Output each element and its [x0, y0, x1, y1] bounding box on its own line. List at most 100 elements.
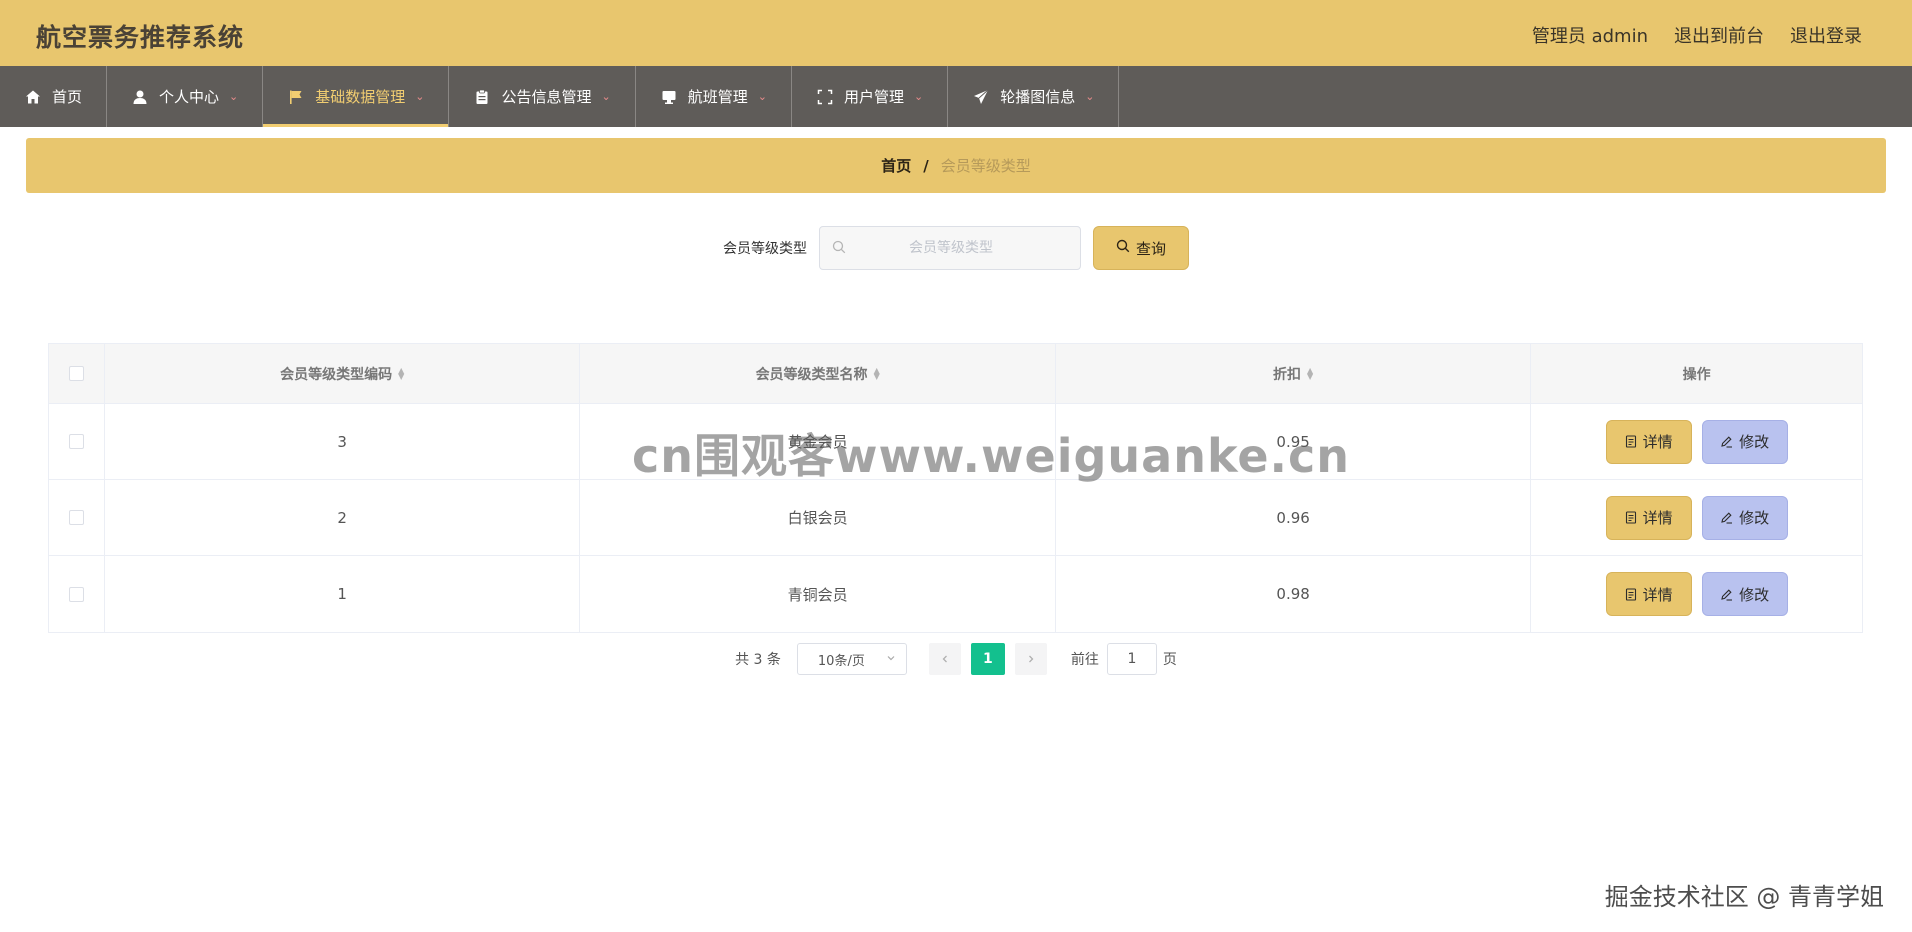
chevron-left-icon: [942, 655, 947, 663]
cell-ops: 详情 修改: [1531, 480, 1862, 555]
chevron-down-icon: ⌄: [229, 90, 239, 103]
row-checkbox-cell: [49, 556, 105, 632]
page-size-value: 10条/页: [817, 653, 865, 669]
chevron-down-icon: ⌄: [601, 90, 611, 103]
cell-discount: 0.98: [1056, 556, 1532, 632]
detail-button-label: 详情: [1642, 585, 1673, 604]
nav-label: 公告信息管理: [501, 88, 592, 106]
breadcrumb-current: 会员等级类型: [940, 157, 1031, 175]
chevron-down-icon: [886, 652, 896, 667]
edit-button[interactable]: 修改: [1701, 419, 1788, 464]
member-level-table: 会员等级类型编码 ▲ ▼ 会员等级类型名称 ▲ ▼ 折扣 ▲ ▼ 操作 3 黄金会员 …: [48, 343, 1863, 633]
goto-suffix: 页: [1162, 652, 1177, 668]
search-input[interactable]: [846, 240, 1056, 256]
top-header: 航空票务推荐系统 管理员 admin 退出到前台 退出登录: [0, 0, 1912, 66]
nav-item-home[interactable]: 首页: [0, 66, 108, 127]
next-page-button[interactable]: [1014, 643, 1047, 675]
nav-item-basic-data[interactable]: 基础数据管理 ⌄: [263, 66, 450, 127]
nav-item-user[interactable]: 用户管理 ⌄: [792, 66, 949, 127]
nav-label: 轮播图信息: [1000, 88, 1076, 106]
query-button-label: 查询: [1135, 239, 1166, 258]
cell-name: 白银会员: [580, 480, 1056, 555]
detail-button[interactable]: 详情: [1605, 419, 1692, 464]
header-code[interactable]: 会员等级类型编码 ▲ ▼: [105, 344, 581, 403]
flag-icon: [287, 88, 305, 106]
table-row: 2 白银会员 0.96 详情 修改: [49, 480, 1862, 556]
select-all-checkbox[interactable]: [68, 366, 84, 381]
table-header-row: 会员等级类型编码 ▲ ▼ 会员等级类型名称 ▲ ▼ 折扣 ▲ ▼ 操作: [49, 344, 1862, 404]
table-row: 3 黄金会员 0.95 详情 修改: [49, 404, 1862, 480]
goto-page-input[interactable]: [1106, 643, 1157, 675]
logout-link[interactable]: 退出登录: [1790, 22, 1862, 48]
header-ops: 操作: [1531, 344, 1862, 403]
cell-discount: 0.95: [1056, 404, 1532, 479]
sort-icon[interactable]: ▲ ▼: [398, 366, 404, 380]
row-checkbox[interactable]: [68, 434, 84, 449]
header-discount[interactable]: 折扣 ▲ ▼: [1056, 344, 1532, 403]
monitor-icon: [660, 88, 678, 106]
clipboard-icon: [473, 88, 491, 106]
send-icon: [972, 88, 990, 106]
cell-name: 黄金会员: [580, 404, 1056, 479]
nav-item-notice[interactable]: 公告信息管理 ⌄: [449, 66, 636, 127]
nav-item-carousel[interactable]: 轮播图信息 ⌄: [948, 66, 1120, 127]
nav-label: 基础数据管理: [315, 88, 406, 106]
prev-page-button[interactable]: [928, 643, 961, 675]
pagination-total: 共 3 条: [735, 652, 781, 668]
row-checkbox[interactable]: [68, 510, 84, 525]
header-checkbox-cell: [49, 344, 105, 403]
search-box[interactable]: [819, 226, 1081, 270]
exit-to-front-link[interactable]: 退出到前台: [1674, 22, 1764, 48]
chevron-down-icon: ⌄: [913, 90, 924, 103]
admin-label: 管理员 admin: [1531, 26, 1648, 47]
chevron-down-icon: ⌄: [1085, 90, 1095, 103]
app-title: 航空票务推荐系统: [36, 23, 245, 52]
cell-code: 3: [105, 404, 581, 479]
edit-button-label: 修改: [1739, 509, 1770, 527]
header-name[interactable]: 会员等级类型名称 ▲ ▼: [580, 344, 1056, 403]
chevron-right-icon: [1028, 655, 1034, 663]
sort-icon[interactable]: ▲ ▼: [1307, 366, 1313, 380]
nav-label: 航班管理: [687, 88, 748, 106]
cell-discount: 0.96: [1056, 480, 1532, 555]
table-row: 1 青铜会员 0.98 详情 修改: [49, 556, 1862, 632]
edit-icon: [1721, 588, 1733, 601]
sort-icon[interactable]: ▲ ▼: [874, 366, 880, 380]
edit-icon: [1721, 436, 1733, 448]
breadcrumb-separator: /: [923, 156, 929, 175]
user-icon: [131, 88, 149, 106]
header-name-label: 会员等级类型名称: [755, 366, 868, 383]
cell-ops: 详情 修改: [1531, 556, 1862, 632]
nav-label: 用户管理: [843, 88, 904, 106]
cell-code: 1: [105, 556, 581, 632]
content-panel: 会员等级类型 查询 会员等级类型编码 ▲▼ 会员等级类型名称 ▲▼: [26, 203, 1886, 698]
nav-label: 首页: [52, 88, 83, 106]
fullscreen-icon: [816, 88, 834, 106]
edit-button-label: 修改: [1739, 585, 1770, 604]
nav-item-personal-center[interactable]: 个人中心 ⌄: [107, 66, 264, 127]
page-size-select[interactable]: 10条/页: [796, 643, 907, 675]
detail-button[interactable]: 详情: [1605, 572, 1692, 616]
detail-button[interactable]: 详情: [1605, 495, 1692, 540]
chevron-down-icon: ⌄: [757, 90, 767, 103]
nav-item-flight[interactable]: 航班管理 ⌄: [636, 66, 792, 127]
row-checkbox[interactable]: [68, 586, 84, 602]
page-number-button[interactable]: 1: [970, 643, 1005, 675]
header-discount-label: 折扣: [1273, 366, 1302, 383]
row-checkbox-cell: [49, 404, 105, 479]
nav-label: 个人中心: [159, 88, 220, 106]
cell-name: 青铜会员: [580, 556, 1056, 632]
edit-icon: [1721, 512, 1733, 524]
edit-button[interactable]: 修改: [1701, 572, 1788, 616]
breadcrumb-home[interactable]: 首页: [881, 155, 911, 176]
search-icon: [832, 239, 846, 258]
cell-code: 2: [105, 480, 581, 555]
corner-watermark: 掘金技术社区 @ 青青学姐: [1604, 883, 1884, 911]
search-form: 会员等级类型 查询: [26, 225, 1886, 271]
breadcrumb: 首页 / 会员等级类型: [26, 138, 1886, 193]
edit-button[interactable]: 修改: [1701, 495, 1788, 540]
document-icon: [1625, 435, 1636, 448]
query-button[interactable]: 查询: [1093, 226, 1189, 270]
header-code-label: 会员等级类型编码: [280, 366, 393, 383]
main-nav: 首页 个人中心 ⌄ 基础数据管理 ⌄ 公告信息管理 ⌄ 航班管理 ⌄ 用户管理 …: [0, 66, 1912, 127]
